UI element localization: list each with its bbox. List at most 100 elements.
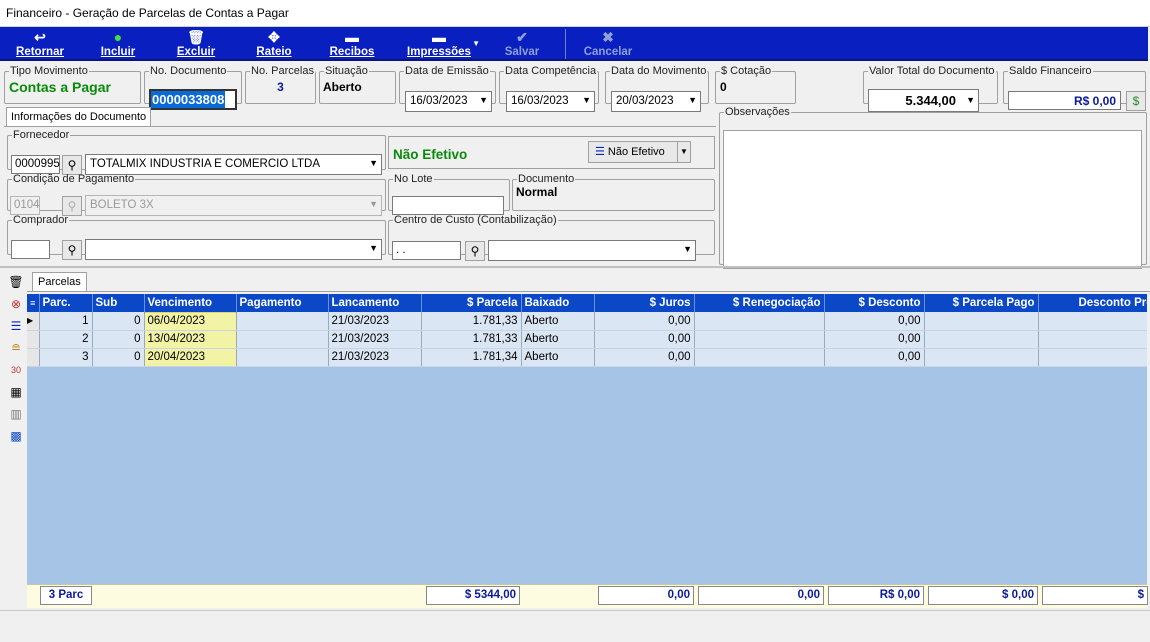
chevron-down-icon: ▼ <box>472 39 480 48</box>
col-lancamento[interactable]: Lancamento <box>328 294 422 312</box>
table-row[interactable]: 3 0 20/04/2023 21/03/2023 1.781,34 Abert… <box>27 347 1147 367</box>
centro-custo-code-input[interactable]: . . <box>392 241 461 260</box>
col-desconto-pre[interactable]: Desconto Pré-F <box>1038 294 1147 312</box>
chevron-down-icon: ▼ <box>369 158 378 168</box>
col-parcela[interactable]: $ Parcela <box>421 294 522 312</box>
comprador-code-input[interactable] <box>11 240 50 259</box>
excluir-button[interactable]: 🗑 Excluir <box>170 27 222 61</box>
cotacao-group: $ Cotação 0 <box>715 65 796 104</box>
retornar-button[interactable]: ↩ Retornar <box>8 27 72 61</box>
data-movimento-group: Data do Movimento 20/03/2023 ▼ <box>605 65 709 112</box>
close-icon: ✖ <box>602 29 614 45</box>
data-emissao-picker[interactable]: 16/03/2023 ▼ <box>405 91 492 112</box>
tab-informacoes-documento[interactable]: Informações do Documento <box>6 107 152 126</box>
coins-icon[interactable]: ≘ <box>8 340 24 356</box>
cotacao-value: 0 <box>720 80 727 94</box>
condicao-code-input[interactable]: 0104 <box>10 196 40 215</box>
calendar-30-icon[interactable]: 30 <box>8 362 24 378</box>
move-icon: ✥ <box>268 29 280 45</box>
status-panel: Não Efetivo ☰ Não Efetivo ▼ <box>388 136 715 169</box>
condicao-pagamento-group: Condição de Pagamento 0104 ⚲ BOLETO 3X ▼ <box>7 173 386 216</box>
situacao-group: Situação Aberto <box>319 65 396 104</box>
grid-delete-icon[interactable]: ▩ <box>8 428 24 444</box>
trash-icon[interactable]: 🗑 <box>8 274 24 290</box>
col-juros[interactable]: $ Juros <box>594 294 695 312</box>
footer-parcela-pago-total: $ 0,00 <box>928 586 1038 605</box>
tipo-movimento-value: Contas a Pagar <box>9 79 111 95</box>
row-selector-header[interactable]: ≡ <box>27 294 40 312</box>
tipo-movimento-group: Tipo Movimento Contas a Pagar <box>4 65 141 104</box>
parcelas-grid: ≡ Parc. Sub Vencimento Pagamento Lancame… <box>27 294 1147 584</box>
condicao-select[interactable]: BOLETO 3X ▼ <box>85 195 382 216</box>
check-icon: ✔ <box>516 29 528 45</box>
table-row[interactable]: ▶ 1 0 06/04/2023 21/03/2023 1.781,33 Abe… <box>27 311 1147 331</box>
chevron-down-icon: ▼ <box>680 147 688 156</box>
toolbar: ↩ Retornar ● Incluir 🗑 Excluir ✥ Rateio ▬ Rec… <box>0 27 1148 61</box>
efetivo-button[interactable]: ☰ Não Efetivo <box>588 141 691 163</box>
no-parcelas-group: No. Parcelas 3 <box>245 65 316 104</box>
data-emissao-group: Data de Emissão 16/03/2023 ▼ <box>399 65 496 112</box>
efetivo-dropdown-button[interactable]: ▼ <box>677 141 691 163</box>
data-competencia-group: Data Competência 16/03/2023 ▼ <box>499 65 599 112</box>
calendar-icon[interactable]: ▦ <box>8 384 24 400</box>
col-baixado[interactable]: Baixado <box>521 294 595 312</box>
cancelar-button[interactable]: ✖ Cancelar <box>578 27 638 61</box>
toolbar-divider <box>565 29 566 59</box>
col-sub[interactable]: Sub <box>92 294 145 312</box>
side-toolbar: 🗑 ⊗ ☰ ≘ 30 ▦ ▥ ▩ <box>2 270 26 608</box>
no-documento-group: No. Documento 0000033808 <box>144 65 242 110</box>
comprador-select[interactable]: ▼ <box>85 239 382 260</box>
row-indicator[interactable]: ▶ <box>27 312 40 331</box>
chevron-down-icon: ▼ <box>966 95 975 105</box>
parcelas-table: ≡ Parc. Sub Vencimento Pagamento Lancame… <box>27 294 1147 367</box>
col-vencimento[interactable]: Vencimento <box>144 294 237 312</box>
splitter[interactable] <box>0 266 1150 268</box>
delete-row-icon[interactable]: ⊗ <box>8 296 24 312</box>
rateio-button[interactable]: ✥ Rateio <box>248 27 300 61</box>
no-documento-field[interactable]: 0000033808 <box>149 89 237 110</box>
columns-icon[interactable]: ▥ <box>8 406 24 422</box>
chevron-down-icon: ▼ <box>479 95 488 105</box>
salvar-button[interactable]: ✔ Salvar <box>496 27 548 61</box>
footer-juros-total: 0,00 <box>598 586 694 605</box>
col-parc[interactable]: Parc. <box>39 294 93 312</box>
col-pagamento[interactable]: Pagamento <box>236 294 329 312</box>
incluir-button[interactable]: ● Incluir <box>92 27 144 61</box>
efetivo-status: Não Efetivo <box>393 147 468 162</box>
table-row[interactable]: 2 0 13/04/2023 21/03/2023 1.781,33 Abert… <box>27 329 1147 349</box>
impressoes-button[interactable]: ▬ Impressões ▼ <box>394 27 484 61</box>
return-icon: ↩ <box>34 29 46 45</box>
search-icon[interactable]: ⚲ <box>62 155 82 175</box>
data-competencia-picker[interactable]: 16/03/2023 ▼ <box>506 91 595 112</box>
search-icon[interactable]: ⚲ <box>62 240 82 260</box>
search-icon[interactable]: ⚲ <box>62 196 82 216</box>
search-icon[interactable]: ⚲ <box>465 241 485 261</box>
documento-group: Documento Normal <box>512 173 715 211</box>
col-desconto[interactable]: $ Desconto <box>824 294 925 312</box>
chevron-down-icon: ▼ <box>369 243 378 253</box>
centro-custo-select[interactable]: ▼ <box>488 240 696 261</box>
situacao-value: Aberto <box>323 80 362 94</box>
comprador-group: Comprador ⚲ ▼ <box>7 214 386 260</box>
chevron-down-icon: ▼ <box>688 95 697 105</box>
observacoes-group: Observações <box>719 106 1147 269</box>
fornecedor-select[interactable]: TOTALMIX INDUSTRIA E COMERCIO LTDA ▼ <box>85 154 382 175</box>
centro-custo-group: Centro de Custo (Contabilização) . . ⚲ ▼ <box>388 214 715 261</box>
col-renegociacao[interactable]: $ Renegociação <box>694 294 825 312</box>
row-indicator[interactable] <box>27 348 40 367</box>
data-movimento-picker[interactable]: 20/03/2023 ▼ <box>611 91 701 112</box>
recibos-button[interactable]: ▬ Recibos <box>326 27 378 61</box>
no-parcelas-value: 3 <box>277 80 284 94</box>
footer-parcela-total: $ 5344,00 <box>426 586 520 605</box>
list-icon[interactable]: ☰ <box>8 318 24 334</box>
col-parcela-pago[interactable]: $ Parcela Pago <box>924 294 1039 312</box>
no-lote-input[interactable] <box>392 196 504 215</box>
observacoes-textarea[interactable] <box>723 130 1142 269</box>
footer-desconto-pre-total: $ <box>1042 586 1148 605</box>
chevron-down-icon: ▼ <box>369 199 378 209</box>
list-icon: ☰ <box>595 146 608 158</box>
tab-parcelas[interactable]: Parcelas <box>32 272 87 291</box>
row-indicator[interactable] <box>27 330 40 349</box>
printer-icon: ▬ <box>432 29 446 45</box>
fornecedor-code-input[interactable]: 0000995 <box>11 155 60 174</box>
